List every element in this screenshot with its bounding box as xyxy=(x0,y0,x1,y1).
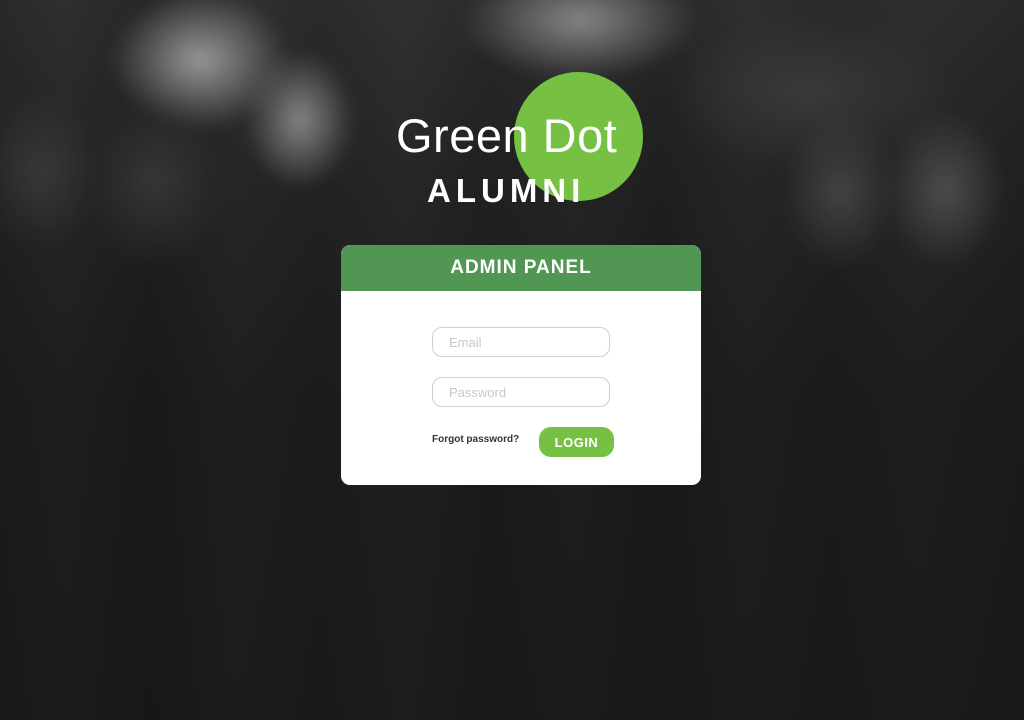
admin-login-panel: ADMIN PANEL Forgot password? LOGIN xyxy=(341,245,701,485)
brand-name: Green Dot xyxy=(396,109,618,162)
forgot-password-link[interactable]: Forgot password? xyxy=(432,434,519,445)
brand-subtitle: ALUMNI xyxy=(427,172,586,209)
login-page: Green Dot ALUMNI ADMIN PANEL Forgot pass… xyxy=(0,0,1024,720)
password-field-wrapper xyxy=(432,377,610,407)
password-field[interactable] xyxy=(433,378,599,406)
email-field-wrapper xyxy=(432,327,610,357)
brand-logo: Green Dot ALUMNI xyxy=(396,72,646,212)
login-button[interactable]: LOGIN xyxy=(539,427,614,457)
email-field[interactable] xyxy=(433,328,599,356)
panel-title: ADMIN PANEL xyxy=(341,245,701,291)
